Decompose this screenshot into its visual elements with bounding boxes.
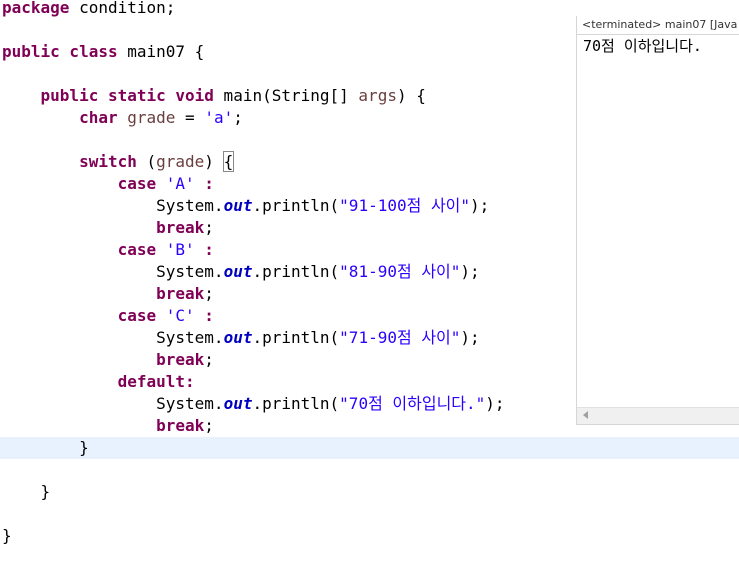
code-line-case-a: case 'A' : xyxy=(2,173,214,195)
assign-op: = xyxy=(175,108,205,127)
system-class: System. xyxy=(156,262,224,281)
method-signature-end: ) { xyxy=(396,86,426,105)
println-close: ); xyxy=(460,262,480,281)
println-close: ); xyxy=(485,394,505,413)
switch-paren-open: ( xyxy=(136,152,157,171)
keyword-break: break xyxy=(156,284,205,303)
code-line-println-default: System.out.println("70점 이하입니다."); xyxy=(2,393,505,415)
class-close-brace: } xyxy=(2,526,12,545)
message-a: "91-100점 사이" xyxy=(339,196,471,215)
system-class: System. xyxy=(156,196,224,215)
method-close-brace: } xyxy=(40,482,51,501)
char-literal-a: 'a' xyxy=(204,108,234,127)
switch-open-brace: { xyxy=(222,151,235,172)
default-colon: : xyxy=(185,372,195,391)
semicolon: ; xyxy=(233,108,243,127)
semicolon: ; xyxy=(204,350,214,369)
out-field: out xyxy=(223,394,253,413)
code-line-case-b: case 'B' : xyxy=(2,239,214,261)
semicolon: ; xyxy=(204,416,214,435)
code-line-switch: switch (grade) { xyxy=(2,151,235,173)
code-line-case-c: case 'C' : xyxy=(2,305,214,327)
case-label-a: 'A' xyxy=(165,174,195,193)
method-signature-start: main(String[] xyxy=(213,86,359,105)
console-output: 70점 이하입니다. xyxy=(583,37,702,55)
console-view[interactable]: <terminated> main07 [Java A 70점 이하입니다. xyxy=(576,16,739,425)
out-field: out xyxy=(223,262,253,281)
println-close: ); xyxy=(460,328,480,347)
keyword-break: break xyxy=(156,350,205,369)
code-line-main-method: public static void main(String[] args) { xyxy=(2,85,426,107)
out-field: out xyxy=(223,196,253,215)
code-line-break-c: break; xyxy=(2,349,214,371)
case-label-c: 'C' xyxy=(165,306,195,325)
switch-paren-close: ) xyxy=(204,152,224,171)
semicolon: ; xyxy=(204,284,214,303)
class-name: main07 { xyxy=(117,42,205,61)
console-horizontal-scrollbar[interactable] xyxy=(577,407,739,424)
scroll-left-arrow-icon[interactable] xyxy=(583,411,588,419)
case-colon: : xyxy=(194,306,214,325)
keyword-char: char xyxy=(79,108,118,127)
case-colon: : xyxy=(194,240,214,259)
param-args: args xyxy=(358,86,397,105)
semicolon: ; xyxy=(204,218,214,237)
message-default: "70점 이하입니다." xyxy=(339,394,486,413)
code-line-char-decl: char grade = 'a'; xyxy=(2,107,243,129)
package-name: condition; xyxy=(69,0,176,17)
system-class: System. xyxy=(156,394,224,413)
case-colon: : xyxy=(194,174,214,193)
code-line-break-b: break; xyxy=(2,283,214,305)
switch-var-grade: grade xyxy=(156,152,205,171)
println-open: .println( xyxy=(252,328,340,347)
code-line-println-b: System.out.println("81-90점 사이"); xyxy=(2,261,480,283)
var-grade: grade xyxy=(127,108,176,127)
code-line-package: package condition; xyxy=(2,0,175,19)
keyword-public-class: public class xyxy=(2,42,118,61)
switch-close-brace: } xyxy=(79,438,89,457)
console-title: <terminated> main07 [Java A xyxy=(577,16,739,35)
code-line-class-close: } xyxy=(2,525,12,547)
keyword-break: break xyxy=(156,218,205,237)
current-line-highlight xyxy=(0,437,739,459)
println-close: ); xyxy=(470,196,490,215)
println-open: .println( xyxy=(252,196,340,215)
println-open: .println( xyxy=(252,262,340,281)
keyword-case: case xyxy=(117,240,157,259)
system-class: System. xyxy=(156,328,224,347)
out-field: out xyxy=(223,328,253,347)
message-b: "81-90점 사이" xyxy=(339,262,461,281)
keyword-case: case xyxy=(117,306,157,325)
case-label-b: 'B' xyxy=(165,240,195,259)
code-line-break-a: break; xyxy=(2,217,214,239)
message-c: "71-90점 사이" xyxy=(339,328,461,347)
keyword-package: package xyxy=(2,0,70,17)
keyword-switch: switch xyxy=(79,152,137,171)
code-line-println-c: System.out.println("71-90점 사이"); xyxy=(2,327,480,349)
keyword-break: break xyxy=(156,416,205,435)
code-line-default: default: xyxy=(2,371,195,393)
keyword-case: case xyxy=(117,174,157,193)
code-line-switch-close: } xyxy=(2,437,89,459)
println-open: .println( xyxy=(252,394,340,413)
code-line-break-default: break; xyxy=(2,415,214,437)
code-line-method-close: } xyxy=(2,481,51,503)
code-line-class: public class main07 { xyxy=(2,41,204,63)
keyword-default: default xyxy=(117,372,186,391)
code-line-println-a: System.out.println("91-100점 사이"); xyxy=(2,195,489,217)
keyword-public-static-void: public static void xyxy=(40,86,214,105)
